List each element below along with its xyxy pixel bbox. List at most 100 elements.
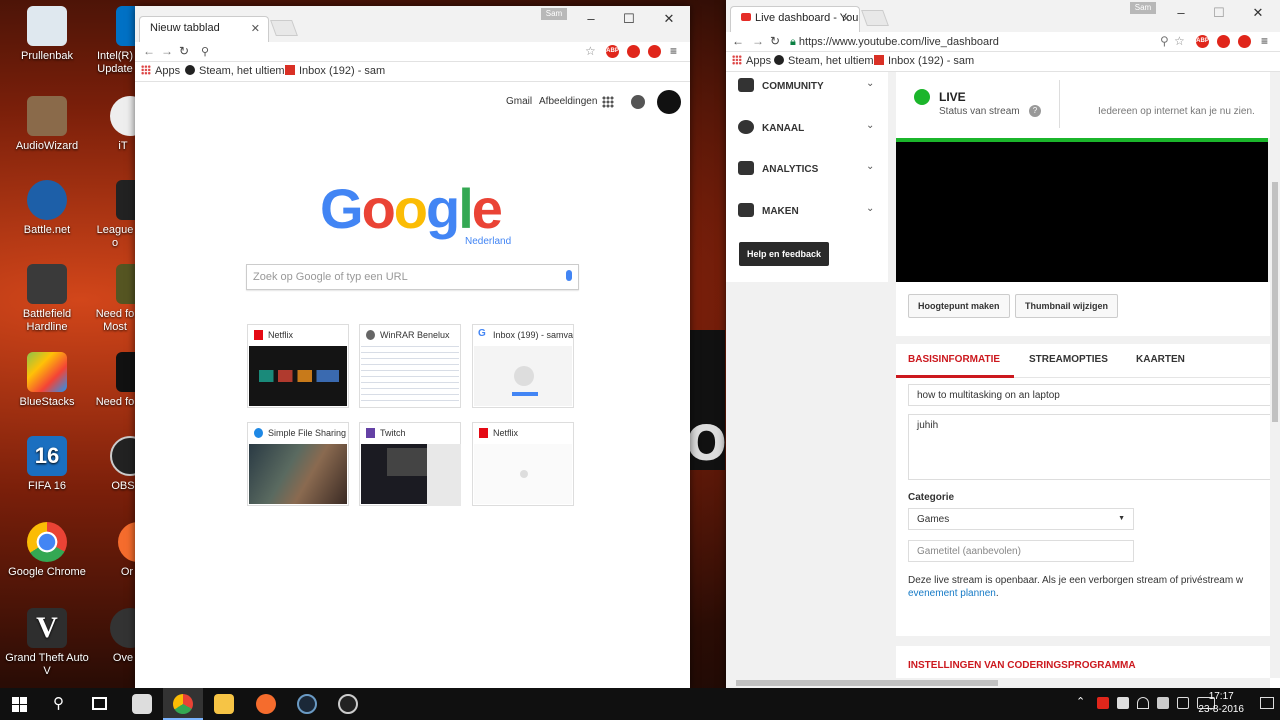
- bookmark-apps[interactable]: Apps: [141, 65, 180, 77]
- minimize-button[interactable]: –: [1162, 0, 1200, 28]
- title-bar[interactable]: Nieuw tabblad ✕ Sam – ☐ ✕: [135, 6, 690, 42]
- help-icon[interactable]: ?: [1029, 105, 1041, 117]
- most-visited-tile[interactable]: Simple File Sharing a: [247, 422, 349, 506]
- horizontal-scrollbar[interactable]: [726, 678, 1270, 688]
- stream-preview[interactable]: [896, 138, 1268, 282]
- extension-icon[interactable]: [1217, 35, 1230, 48]
- most-visited-tile[interactable]: Netflix: [247, 324, 349, 408]
- maximize-button[interactable]: ☐: [610, 6, 648, 34]
- steam-icon[interactable]: [297, 694, 317, 714]
- desktop-icon-battlenet[interactable]: Battle.net: [1, 180, 93, 237]
- google-search-box[interactable]: Zoek op Google of typ een URL: [246, 264, 579, 290]
- chevron-down-icon[interactable]: ⌄: [866, 161, 874, 172]
- desktop-icon-itunes[interactable]: iT: [110, 96, 136, 153]
- adblock-icon[interactable]: ABP: [606, 45, 619, 58]
- reload-icon[interactable]: ↻: [179, 44, 189, 58]
- most-visited-tile[interactable]: Twitch: [359, 422, 461, 506]
- reload-icon[interactable]: ↻: [770, 34, 780, 48]
- desktop-icon-chrome[interactable]: Google Chrome: [1, 522, 93, 579]
- chrome-window-youtube[interactable]: Live dashboard - You ✕ Sam – ☐ ✕ ← → ↻ 🔒…: [726, 0, 1280, 688]
- tab-cards[interactable]: KAARTEN: [1136, 354, 1185, 365]
- new-tab-button[interactable]: [270, 20, 298, 36]
- extension-icon[interactable]: [627, 45, 640, 58]
- chrome-window-new-tab[interactable]: Nieuw tabblad ✕ Sam – ☐ ✕ ← → ↻ ⚲ ☆ ABP …: [135, 6, 690, 688]
- zoom-icon[interactable]: ⚲: [1160, 34, 1169, 48]
- desktop-icon-fifa[interactable]: 16 FIFA 16: [1, 436, 93, 493]
- profile-badge[interactable]: Sam: [541, 8, 567, 20]
- bookmark-inbox[interactable]: Inbox (192) - sam: [874, 55, 974, 67]
- profile-badge[interactable]: Sam: [1130, 2, 1156, 14]
- avatar[interactable]: [657, 90, 681, 114]
- notifications-icon[interactable]: [1260, 697, 1274, 709]
- address-bar[interactable]: 🔒︎ https://www.youtube.com/live_dashboar…: [790, 33, 1156, 51]
- file-explorer-icon[interactable]: [214, 694, 234, 714]
- desktop-icon-battlefield[interactable]: Battlefield Hardline: [1, 264, 93, 334]
- most-visited-tile[interactable]: G Inbox (199) - samvale: [472, 324, 574, 408]
- desktop-icon-bluestacks[interactable]: BlueStacks: [1, 352, 93, 409]
- volume-icon[interactable]: [1157, 697, 1169, 709]
- title-bar[interactable]: Live dashboard - You ✕ Sam – ☐ ✕: [726, 0, 1280, 32]
- bookmark-inbox[interactable]: Inbox (192) - sam: [285, 65, 385, 77]
- back-icon[interactable]: ←: [143, 44, 155, 58]
- star-icon[interactable]: ☆: [1174, 34, 1185, 48]
- menu-icon[interactable]: ≡: [1261, 34, 1268, 48]
- schedule-event-link[interactable]: evenement plannen: [908, 588, 996, 599]
- most-visited-tile[interactable]: WinRAR Benelux: [359, 324, 461, 408]
- task-view-icon[interactable]: [92, 697, 107, 710]
- microphone-icon[interactable]: [566, 270, 572, 281]
- adblock-icon[interactable]: ABP: [1196, 35, 1209, 48]
- desktop-icon-recycle-bin[interactable]: Prullenbak: [1, 6, 93, 63]
- scroll-thumb[interactable]: [1272, 182, 1278, 422]
- category-select[interactable]: Games ▼: [908, 508, 1134, 530]
- forward-icon[interactable]: →: [161, 44, 173, 58]
- menu-icon[interactable]: ≡: [670, 44, 677, 58]
- desktop-icon-nfs-mw[interactable]: Need fo Most: [94, 264, 136, 334]
- tab-live-dashboard[interactable]: Live dashboard - You ✕: [730, 6, 860, 32]
- chevron-down-icon[interactable]: ⌄: [866, 203, 874, 214]
- system-clock[interactable]: 17:17 23-8-2016: [1198, 690, 1244, 716]
- help-feedback-button[interactable]: Help en feedback: [739, 242, 830, 266]
- most-visited-tile[interactable]: Netflix: [472, 422, 574, 506]
- chevron-down-icon[interactable]: ⌄: [866, 120, 874, 131]
- opera-icon[interactable]: [648, 45, 661, 58]
- google-apps-icon[interactable]: [602, 96, 614, 108]
- tab-basic-info[interactable]: BASISINFORMATIE: [908, 354, 1000, 365]
- scroll-thumb[interactable]: [736, 680, 998, 686]
- game-title-input[interactable]: Gametitel (aanbevolen): [908, 540, 1134, 562]
- store-icon[interactable]: [132, 694, 152, 714]
- omnibox[interactable]: ⚲: [201, 43, 581, 61]
- wifi-icon[interactable]: [1137, 697, 1149, 709]
- bookmark-apps[interactable]: Apps: [732, 55, 771, 67]
- maximize-button[interactable]: ☐: [1200, 0, 1238, 28]
- desktop-icon-intel[interactable]: Intel(R) Update: [94, 6, 136, 76]
- tab-new-tab[interactable]: Nieuw tabblad ✕: [139, 16, 269, 42]
- tab-stream-options[interactable]: STREAMOPTIES: [1029, 354, 1108, 365]
- encoder-settings-heading[interactable]: INSTELLINGEN VAN CODERINGSPROGRAMMA: [908, 660, 1136, 671]
- origin-icon[interactable]: [256, 694, 276, 714]
- opera-icon[interactable]: [1238, 35, 1251, 48]
- change-thumbnail-button[interactable]: Thumbnail wijzigen: [1015, 294, 1118, 318]
- gmail-link[interactable]: Gmail: [506, 96, 532, 107]
- tray-expand-icon[interactable]: ⌃: [1076, 695, 1085, 708]
- desktop-icon-gta[interactable]: V Grand Theft Auto V: [1, 608, 93, 678]
- tray-app-icon[interactable]: [1097, 697, 1109, 709]
- create-highlight-button[interactable]: Hoogtepunt maken: [908, 294, 1010, 318]
- search-icon[interactable]: ⚲: [53, 694, 64, 712]
- notifications-icon[interactable]: [631, 95, 645, 109]
- vertical-scrollbar[interactable]: [1270, 72, 1280, 678]
- desktop-icon-obs[interactable]: OBS: [110, 436, 136, 493]
- desktop-icon-league[interactable]: League o: [94, 180, 136, 250]
- battery-icon[interactable]: [1117, 697, 1129, 709]
- close-window-button[interactable]: ✕: [650, 6, 688, 34]
- star-icon[interactable]: ☆: [585, 44, 596, 58]
- bookmark-steam[interactable]: Steam, het ultiem: [185, 65, 285, 77]
- desktop-icon-audiowizard[interactable]: AudioWizard: [1, 96, 93, 153]
- desktop-icon-origin[interactable]: Or: [118, 522, 136, 579]
- obs-icon[interactable]: [338, 694, 358, 714]
- desktop-icon-nfs[interactable]: Need fo: [94, 352, 136, 409]
- minimize-button[interactable]: –: [572, 6, 610, 34]
- action-center-icon[interactable]: [1177, 697, 1189, 709]
- description-textarea[interactable]: juhih: [908, 414, 1280, 480]
- chevron-down-icon[interactable]: ⌄: [866, 78, 874, 89]
- new-tab-button[interactable]: [861, 10, 889, 26]
